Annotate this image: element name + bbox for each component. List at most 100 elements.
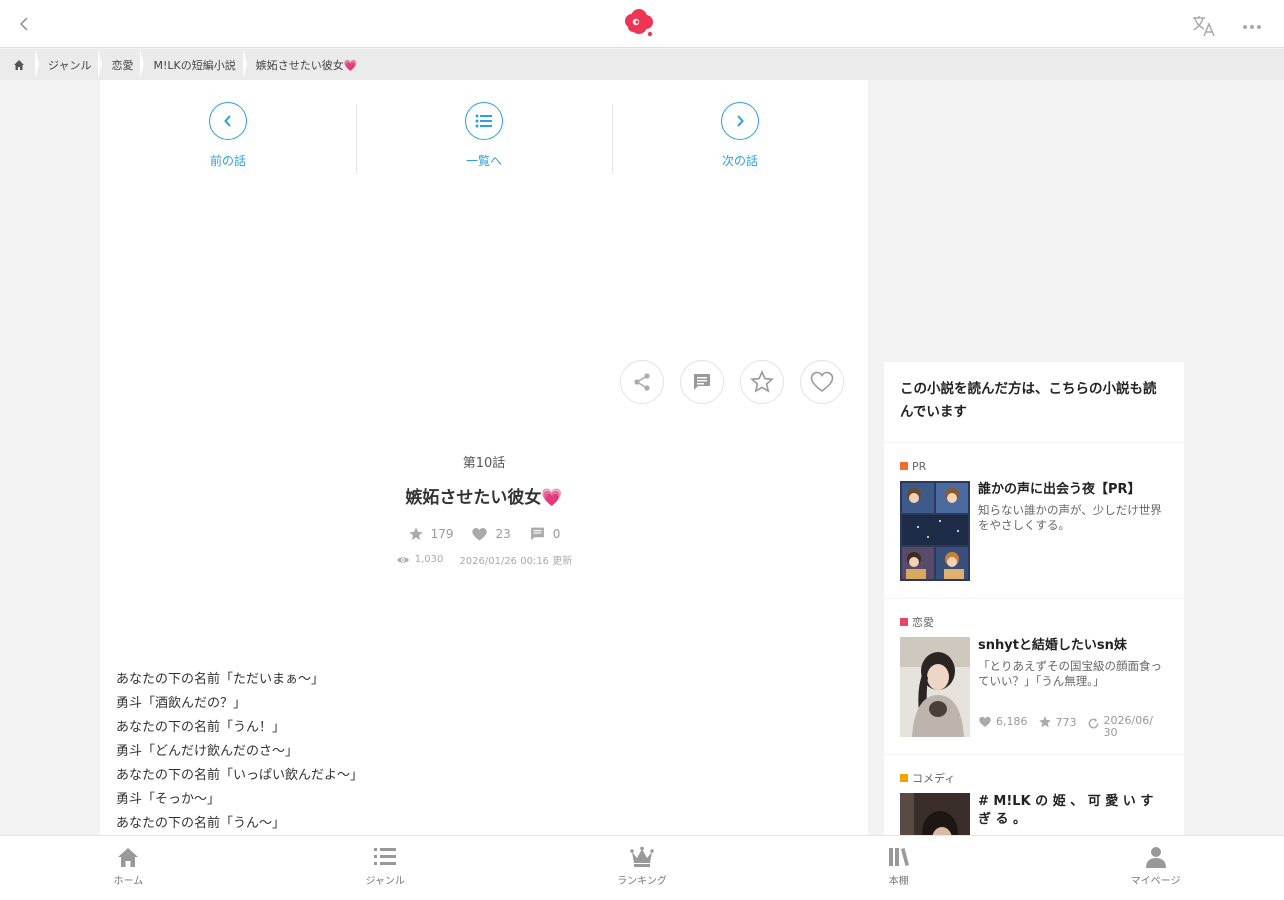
main-content: 前の話 一覧へ 次の話 第10話 嫉妬させたい彼女💗 179 23 0 1,03… [100,80,868,840]
translate-icon [1193,16,1215,37]
tag-dot [900,462,908,470]
star-outline-icon [750,370,774,393]
card-tag: コメディ [900,771,1168,785]
story-line: 勇斗「どんだけ飲んだのさ〜」 [116,744,299,759]
episode-nav: 前の話 一覧へ 次の話 [100,102,868,178]
card-heart-count: 6,186 [978,715,1028,728]
list-icon [475,114,492,128]
card-description: 「とりあえずその国宝級の顔面食っていい？」「うん無理。」 [978,659,1162,688]
bookshelf-icon [888,848,909,866]
recommendation-card[interactable]: PR 誰かの声に出会う夜【PR】 知らない誰かの声が、少しだけ世界をやさしくする… [884,443,1184,598]
comment-count: 0 [529,526,561,542]
chevron-left-icon [19,17,28,31]
star-count-value: 179 [430,527,454,541]
breadcrumb-romance[interactable]: 恋愛 [101,49,145,80]
tab-bookshelf[interactable]: 本棚 [770,836,1027,900]
card-description: 知らない誰かの声が、少しだけ世界をやさしくする。 [978,503,1162,532]
story-line: あなたの下の名前「うん！」 [116,720,286,735]
recommendations-heading: この小説を読んだ方は、こちらの小説も読んでいます [884,362,1184,442]
episode-title: 嫉妬させたい彼女💗 [405,488,563,508]
heart-icon [979,716,991,727]
view-count: 1,030 [396,554,444,565]
tab-genre-label: ジャンル [365,876,405,887]
list-circle [465,102,503,140]
tab-home[interactable]: ホーム [0,836,257,900]
favorite-button[interactable] [740,360,784,404]
story-body: あなたの下の名前「ただいまぁ〜」 勇斗「酒飲んだの？」 あなたの下の名前「うん！… [116,668,363,836]
tab-ranking[interactable]: ランキング [514,836,771,900]
tag-dot [900,774,908,782]
breadcrumb-novel[interactable]: M!LKの短編小説 [143,49,247,80]
view-count-value: 1,030 [414,554,444,565]
comment-count-value: 0 [552,527,561,541]
translate-button[interactable] [1190,14,1218,38]
episode-number: 第10話 [462,456,506,471]
tab-mypage[interactable]: マイページ [1027,836,1284,900]
app-logo[interactable] [622,8,656,40]
episode-stats: 179 23 0 [100,526,868,542]
story-line: 勇斗「酒飲んだの？」 [116,696,247,711]
heart-outline-icon [810,371,834,393]
tab-home-label: ホーム [113,876,144,887]
tag-dot [900,618,908,626]
photo-thumbnail [900,793,970,840]
action-buttons [620,360,860,404]
episode-meta: 1,030 2026/01/26 00:16 更新 [100,552,868,567]
top-bar [0,0,1284,48]
comment-icon [530,527,544,541]
next-episode-button[interactable]: 次の話 [612,102,868,178]
photo-thumbnail [900,637,970,737]
bottom-tab-bar: ホーム ジャンル ランキング 本棚 マイページ [0,835,1284,900]
home-icon [118,848,139,867]
card-title: 誰かの声に出会う夜【PR】 [978,482,1141,497]
card-updated: 2026/06/30 [1087,715,1160,739]
more-horizontal-icon [1243,25,1261,29]
prev-episode-label: 前の話 [209,154,246,168]
heart-count-value: 23 [495,527,511,541]
back-button[interactable] [10,10,38,38]
chevron-right-icon [737,115,744,127]
card-tag-label: PR [912,459,927,473]
card-title: snhytと結婚したいsn妹 [978,638,1127,653]
card-tag: PR [900,459,1168,473]
star-icon [408,527,423,540]
tab-ranking-label: ランキング [617,876,667,887]
eye-icon [396,556,409,563]
heart-icon [472,527,488,541]
tab-genre[interactable]: ジャンル [257,836,514,900]
share-button[interactable] [620,360,664,404]
prev-circle [209,102,247,140]
next-episode-label: 次の話 [721,154,758,168]
story-line: 勇斗「そっか〜」 [116,792,221,807]
person-icon [1145,847,1166,868]
logo-icon [625,9,653,37]
story-line: あなたの下の名前「うん〜」 [116,816,286,831]
breadcrumb: ジャンル 恋愛 M!LKの短編小説 嫉妬させたい彼女💗 [0,49,1284,80]
chevron-left-icon [224,115,231,127]
tab-bookshelf-label: 本棚 [888,876,909,887]
card-tag-label: 恋愛 [912,616,934,629]
recommendation-card[interactable]: 恋愛 snhytと結婚したいsn妹 「とりあえずその国宝級の顔面食っていい？」「… [884,599,1184,754]
breadcrumb-genre[interactable]: ジャンル [38,49,103,80]
heart-count: 23 [471,527,511,542]
more-button[interactable] [1240,14,1264,38]
episode-list-button[interactable]: 一覧へ [356,102,612,178]
updated-date: 2026/01/26 00:16 更新 [459,556,573,567]
prev-episode-button[interactable]: 前の話 [100,102,356,178]
card-star-value: 773 [1055,715,1077,729]
recommendation-card[interactable]: コメディ # M!LK の 姫 、 可 愛 い す ぎ る 。 [884,755,1184,840]
star-icon [1038,716,1051,728]
comment-button[interactable] [680,360,724,404]
story-line: あなたの下の名前「いっぱい飲んだよ〜」 [116,768,364,783]
next-circle [721,102,759,140]
card-tag: 恋愛 [900,615,1168,629]
comment-icon [694,374,710,390]
card-tag-label: コメディ [912,772,956,785]
anime-illustration-thumbnail [900,481,970,581]
episode-list-label: 一覧へ [465,154,502,168]
share-icon [634,373,650,391]
story-line: あなたの下の名前「ただいまぁ〜」 [116,672,325,687]
like-button[interactable] [800,360,844,404]
breadcrumb-home[interactable] [0,49,39,80]
breadcrumb-episode: 嫉妬させたい彼女💗 [255,58,358,72]
